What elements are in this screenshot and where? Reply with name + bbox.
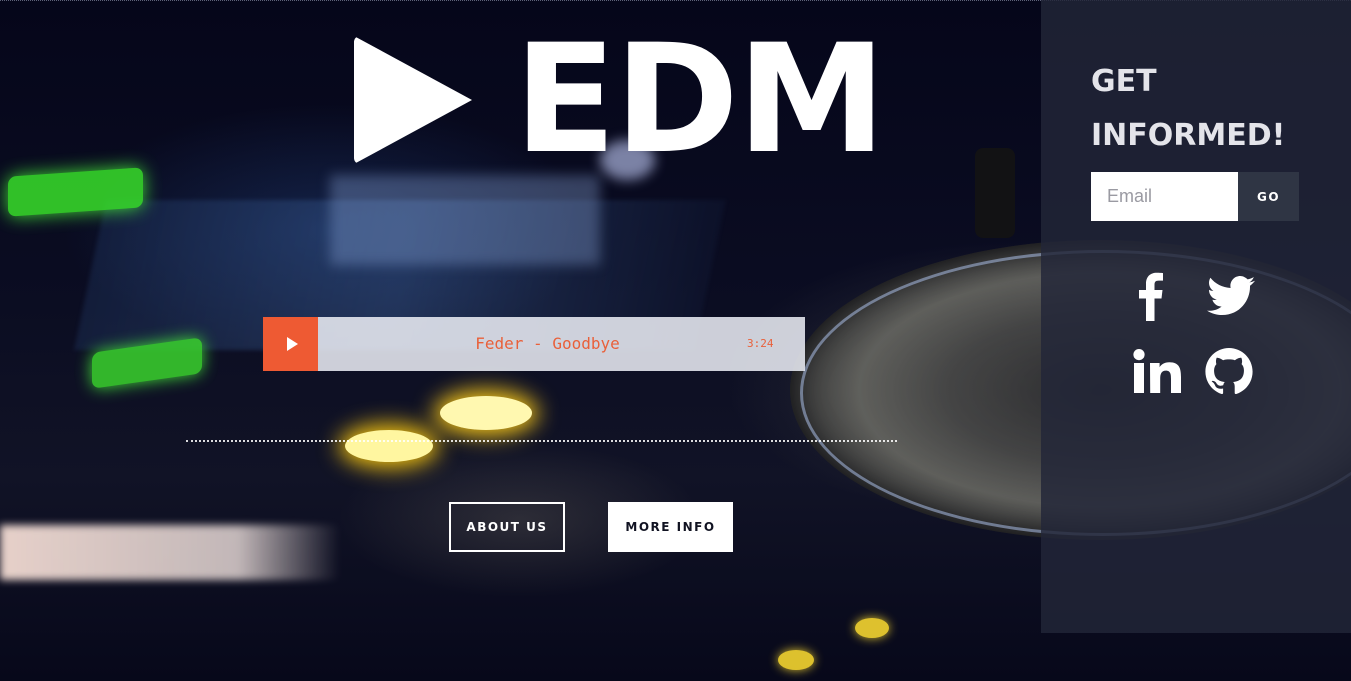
github-icon xyxy=(1205,348,1253,394)
play-button[interactable] xyxy=(263,317,318,371)
github-link[interactable] xyxy=(1201,343,1257,399)
play-icon xyxy=(286,337,298,351)
linkedin-icon xyxy=(1133,349,1181,393)
audio-player: Feder - Goodbye 3:24 xyxy=(263,317,805,371)
about-us-button[interactable]: ABOUT US xyxy=(449,502,565,552)
email-field[interactable] xyxy=(1091,172,1238,221)
twitter-icon xyxy=(1207,276,1255,315)
background-screen-glow xyxy=(330,175,600,265)
background-light-streak xyxy=(0,525,340,580)
background-yellow-dot xyxy=(855,618,889,638)
progress-track[interactable] xyxy=(186,440,897,442)
background-yellow-dot xyxy=(778,650,814,670)
background-knob xyxy=(975,148,1015,238)
logo: EDM xyxy=(354,25,886,175)
background-yellow-light xyxy=(440,396,532,430)
facebook-link[interactable] xyxy=(1122,268,1178,324)
signup-heading: GET INFORMED! xyxy=(1091,64,1286,153)
go-button[interactable]: GO xyxy=(1238,172,1299,221)
more-info-button[interactable]: MORE INFO xyxy=(608,502,733,552)
play-icon xyxy=(354,36,472,164)
track-duration: 3:24 xyxy=(747,337,774,350)
signup-panel: GET INFORMED! GO xyxy=(1041,0,1351,633)
linkedin-link[interactable] xyxy=(1129,343,1185,399)
background-yellow-light xyxy=(345,430,433,462)
logo-text: EDM xyxy=(514,13,886,187)
track-title: Feder - Goodbye xyxy=(475,334,620,353)
facebook-icon xyxy=(1139,272,1163,321)
twitter-link[interactable] xyxy=(1203,268,1259,324)
hero-background: EDM Feder - Goodbye 3:24 ABOUT US MORE I… xyxy=(0,0,1351,681)
